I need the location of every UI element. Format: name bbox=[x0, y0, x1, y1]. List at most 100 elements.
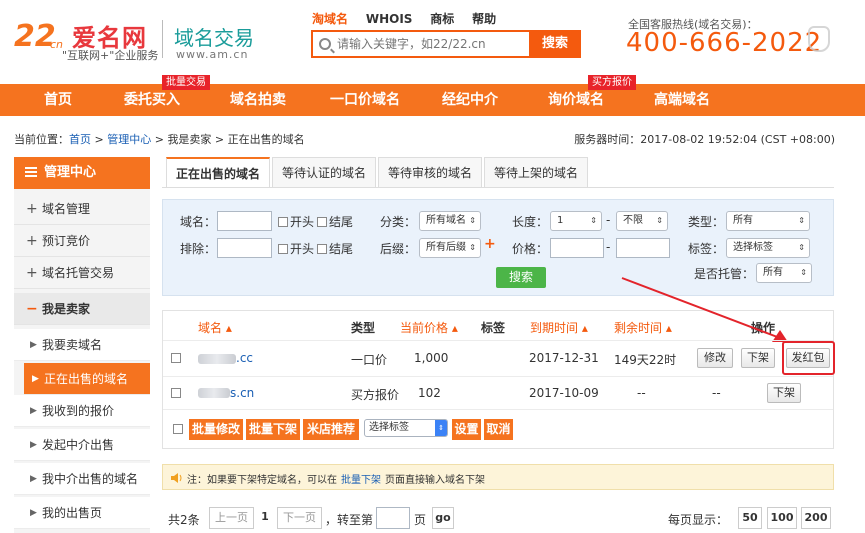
breadcrumb: 当前位置：首页 > 管理中心 > 我是卖家 > 正在出售的域名 bbox=[14, 131, 305, 147]
checkbox[interactable] bbox=[317, 244, 328, 254]
sidebar-sub-label: 发起中介出售 bbox=[42, 438, 115, 452]
breadcrumb-home[interactable]: 首页 bbox=[69, 133, 91, 146]
redacted-domain bbox=[198, 388, 230, 398]
cancel-button[interactable]: 取消 bbox=[484, 419, 513, 440]
sidebar-item-domain-manage[interactable]: + 域名管理 bbox=[14, 193, 150, 225]
offline-button[interactable]: 下架 bbox=[741, 348, 775, 368]
set-button[interactable]: 设置 bbox=[452, 419, 481, 440]
bulk-offline-button[interactable]: 批量下架 bbox=[246, 419, 300, 440]
site-header: 22 cn 爱名网 "互联网+"企业服务 域名交易 www.am.cn 淘域名 … bbox=[0, 0, 865, 84]
checkbox[interactable] bbox=[317, 217, 328, 227]
nav-item-auction[interactable]: 域名拍卖 bbox=[230, 84, 286, 116]
prev-page-button[interactable]: 上一页 bbox=[209, 507, 254, 529]
chevron-right-icon: ▶ bbox=[30, 440, 37, 450]
sidebar-sub-sale-page[interactable]: ▶ 我的出售页 bbox=[14, 497, 150, 529]
col-header-price[interactable]: 当前价格 ▴ bbox=[400, 319, 458, 336]
filter-price-max-input[interactable] bbox=[616, 238, 670, 258]
row-type: 买方报价 bbox=[351, 388, 400, 402]
sidebar-sub-label: 我要卖域名 bbox=[42, 338, 103, 352]
per-page-50[interactable]: 50 bbox=[738, 507, 762, 529]
checkbox-label: 开头 bbox=[290, 215, 315, 229]
next-page-button[interactable]: 下一页 bbox=[277, 507, 322, 529]
search-button[interactable]: 搜索 bbox=[529, 30, 581, 58]
nav-item-home[interactable]: 首页 bbox=[44, 84, 72, 116]
top-link-whois[interactable]: WHOIS bbox=[366, 12, 413, 26]
tab-pending-verify[interactable]: 等待认证的域名 bbox=[272, 157, 376, 187]
logo-slogan: "互联网+"企业服务 bbox=[62, 49, 159, 62]
nav-item-premium[interactable]: 高端域名 bbox=[654, 84, 710, 116]
top-link-taoyuming[interactable]: 淘域名 bbox=[312, 12, 348, 26]
filter-search-button[interactable]: 搜索 bbox=[496, 267, 546, 288]
sidebar-sub-broker-domains[interactable]: ▶ 我中介出售的域名 bbox=[14, 463, 150, 495]
filter-domain-input[interactable] bbox=[217, 211, 272, 231]
sidebar-item-seller[interactable]: − 我是卖家 bbox=[14, 293, 150, 325]
filter-length-min-select[interactable]: 1 ⇕ bbox=[550, 211, 602, 231]
filter-dash: - bbox=[606, 213, 611, 227]
nav-item-broker[interactable]: 经纪中介 bbox=[442, 84, 498, 116]
sidebar-sub-offers-received[interactable]: ▶ 我收到的报价 bbox=[14, 395, 150, 427]
hotline-number: 400-666-2022 bbox=[626, 28, 823, 58]
filter-domain-head-check[interactable]: 开头 结尾 bbox=[278, 213, 353, 230]
brand-title: 域名交易 bbox=[174, 26, 254, 50]
filter-suffix-select[interactable]: 所有后缀 ⇕ bbox=[419, 238, 481, 258]
sidebar-item-label: 预订竞价 bbox=[42, 234, 91, 248]
per-page-200[interactable]: 200 bbox=[801, 507, 831, 529]
sidebar-sub-label: 我中介出售的域名 bbox=[42, 472, 139, 486]
filter-length-max-select[interactable]: 不限 ⇕ bbox=[616, 211, 668, 231]
row-domain[interactable]: .cc bbox=[236, 351, 253, 365]
expand-icon: + bbox=[26, 265, 38, 281]
goto-page-input[interactable] bbox=[376, 507, 410, 529]
breadcrumb-sep: > bbox=[91, 133, 108, 146]
top-link-trademark[interactable]: 商标 bbox=[430, 12, 454, 26]
search-box bbox=[311, 30, 529, 58]
tab-pending-listing[interactable]: 等待上架的域名 bbox=[484, 157, 588, 187]
checkbox-label: 结尾 bbox=[329, 242, 354, 256]
tab-on-sale[interactable]: 正在出售的域名 bbox=[166, 157, 270, 188]
sidebar-sub-label: 我收到的报价 bbox=[42, 404, 115, 418]
select-all-checkbox[interactable] bbox=[173, 424, 183, 434]
row-domain[interactable]: s.cn bbox=[230, 386, 254, 400]
redacted-domain bbox=[198, 354, 236, 364]
filter-tag-select[interactable]: 选择标签 ⇕ bbox=[726, 238, 810, 258]
sidebar-item-reserve-bid[interactable]: + 预订竞价 bbox=[14, 225, 150, 257]
row-checkbox[interactable] bbox=[171, 388, 181, 398]
row-checkbox[interactable] bbox=[171, 353, 181, 363]
sidebar-item-escrow-trade[interactable]: + 域名托管交易 bbox=[14, 257, 150, 289]
tab-pending-review[interactable]: 等待审核的域名 bbox=[378, 157, 482, 187]
goto-suffix: 页 bbox=[414, 513, 427, 527]
search-input[interactable] bbox=[337, 35, 525, 53]
site-logo-icon[interactable]: 22 cn bbox=[12, 14, 68, 58]
sidebar-sub-start-broker[interactable]: ▶ 发起中介出售 bbox=[14, 429, 150, 461]
current-page[interactable]: 1 bbox=[258, 507, 272, 529]
offline-button[interactable]: 下架 bbox=[767, 383, 801, 403]
chevron-updown-icon: ⇕ bbox=[800, 268, 807, 277]
filter-type-select[interactable]: 所有 ⇕ bbox=[726, 211, 810, 231]
breadcrumb-admin[interactable]: 管理中心 bbox=[107, 133, 151, 146]
top-link-help[interactable]: 帮助 bbox=[472, 12, 496, 26]
bulk-tag-select[interactable]: 选择标签 ⇕ bbox=[364, 419, 448, 437]
per-page-100[interactable]: 100 bbox=[767, 507, 797, 529]
shop-recommend-button[interactable]: 米店推荐 bbox=[303, 419, 359, 440]
sidebar-sub-on-sale[interactable]: ▶ 正在出售的域名 bbox=[24, 363, 150, 395]
breadcrumb-current: 正在出售的域名 bbox=[227, 133, 305, 146]
sidebar-item-label: 域名托管交易 bbox=[42, 266, 115, 280]
col-header-domain[interactable]: 域名 ▴ bbox=[198, 319, 232, 336]
edit-button[interactable]: 修改 bbox=[697, 348, 733, 368]
chevron-right-icon: ▶ bbox=[30, 340, 37, 350]
filter-tag-label: 标签： bbox=[688, 242, 725, 256]
bulk-edit-button[interactable]: 批量修改 bbox=[189, 419, 243, 440]
row-divider bbox=[163, 340, 833, 341]
filter-exclude-head-check[interactable]: 开头 结尾 bbox=[278, 240, 353, 257]
nav-item-fixed-price[interactable]: 一口价域名 bbox=[330, 84, 400, 116]
filter-price-min-input[interactable] bbox=[550, 238, 604, 258]
filter-exclude-input[interactable] bbox=[217, 238, 272, 258]
go-button[interactable]: go bbox=[432, 507, 454, 529]
add-suffix-icon[interactable]: + bbox=[484, 236, 496, 252]
breadcrumb-sep: > bbox=[211, 133, 228, 146]
filter-category-select[interactable]: 所有域名 ⇕ bbox=[419, 211, 481, 231]
col-header-expiry[interactable]: 到期时间 ▴ bbox=[530, 319, 588, 336]
sidebar-sub-sell-domain[interactable]: ▶ 我要卖域名 bbox=[14, 329, 150, 361]
checkbox[interactable] bbox=[278, 217, 288, 227]
note-bulk-offline-link[interactable]: 批量下架 bbox=[341, 475, 381, 486]
checkbox[interactable] bbox=[278, 244, 288, 254]
